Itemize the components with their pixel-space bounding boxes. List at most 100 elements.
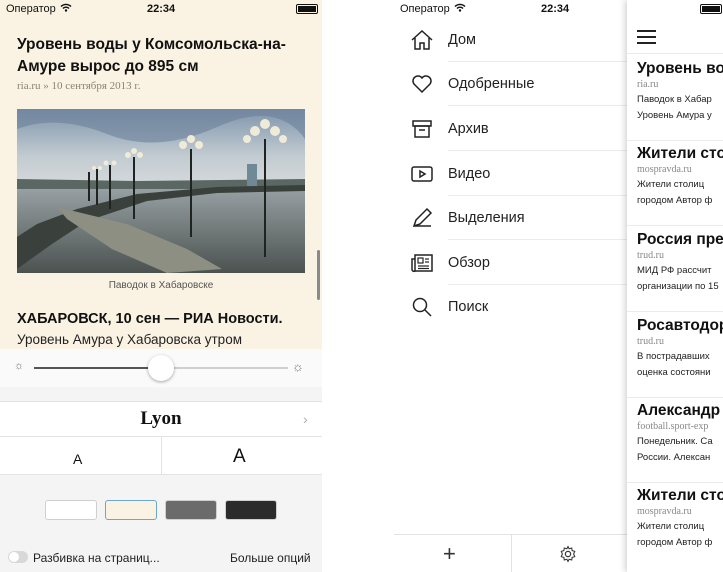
feed-item[interactable]: Жители сто mospravda.ru Жители столиц город… <box>637 487 723 549</box>
archive-icon <box>412 120 432 138</box>
feed-item-snippet: городом Автор ф <box>637 537 713 548</box>
feed-item-title: Россия пре <box>637 231 723 248</box>
home-icon <box>411 29 433 50</box>
clock: 22:34 <box>147 3 176 15</box>
menu-item-liked[interactable]: Одобренные <box>410 62 628 106</box>
feed-item-snippet: Уровень Амура у <box>637 110 712 121</box>
feed-item-title: Александр <box>637 402 721 419</box>
feed-separator <box>627 140 723 141</box>
carrier-label: Оператор <box>400 3 466 15</box>
feed-item[interactable]: Росавтодор trud.ru В пострадавших оценка со… <box>637 317 723 379</box>
feed-item-snippet: Понедельник. Са <box>637 436 713 447</box>
status-bar: Оператор 22:34 <box>0 0 322 18</box>
video-icon <box>411 166 433 182</box>
feed-item-source: mospravda.ru <box>637 164 692 175</box>
more-options-button[interactable]: Больше опций <box>230 551 311 565</box>
font-size-row: A A <box>0 437 322 475</box>
feed-item-source: football.sport-exp <box>637 421 709 432</box>
reading-settings-panel: ☼ ☼ Lyon › A A Разбивка на страниц... Бо… <box>0 349 322 572</box>
feed-item-snippet: оценка состояни <box>637 367 711 378</box>
feed-item-snippet: городом Автор ф <box>637 195 713 206</box>
add-button[interactable]: + <box>443 541 456 567</box>
reader-screen: Оператор 22:34 Уровень воды у Комсомольс… <box>0 0 322 572</box>
scroll-indicator[interactable] <box>317 250 320 300</box>
battery-icon <box>296 4 318 14</box>
menu-item-overview[interactable]: Обзор <box>410 241 628 285</box>
battery-icon <box>700 4 722 14</box>
menu-screen: Оператор 22:34 Дом Одобренные Архив Виде… <box>394 0 723 572</box>
theme-swatch-dark[interactable] <box>225 500 277 520</box>
feed-item-snippet: МИД РФ рассчит <box>637 265 712 276</box>
menu-item-home[interactable]: Дом <box>410 18 628 62</box>
feed-item[interactable]: Россия пре trud.ru МИД РФ рассчит организац… <box>637 231 723 293</box>
feed-item-source: ria.ru <box>637 79 659 90</box>
hamburger-menu-icon[interactable] <box>637 30 656 48</box>
clock: 22:34 <box>541 3 570 15</box>
article-body: Уровень Амура у Хабаровска утром <box>17 332 242 347</box>
menu-item-label: Архив <box>448 121 489 137</box>
brightness-high-icon: ☼ <box>292 359 304 374</box>
menu-bottom-bar: + <box>394 534 628 572</box>
feed-item-title: Росавтодор <box>637 317 723 334</box>
article-photo <box>17 109 305 273</box>
chevron-right-icon: › <box>303 411 308 427</box>
divider <box>161 437 162 475</box>
feed-item-snippet: Жители столиц <box>637 521 705 532</box>
feed-separator <box>627 397 723 398</box>
theme-swatch-sepia[interactable] <box>105 500 157 520</box>
feed-item[interactable]: Уровень во ria.ru Паводок в Хабар Уровень А… <box>637 60 723 122</box>
pagination-row: Разбивка на страниц... Больше опций <box>0 543 322 572</box>
brightness-row: ☼ ☼ <box>0 349 322 387</box>
feed-item-snippet: Жители столиц <box>637 179 705 190</box>
menu-item-label: Поиск <box>448 299 489 315</box>
theme-swatch-gray[interactable] <box>165 500 217 520</box>
settings-gear-icon[interactable] <box>559 545 577 563</box>
article-lead: ХАБАРОВСК, 10 сен — РИА Новости. <box>17 311 283 327</box>
feed-item-snippet: организации по 15 <box>637 281 719 292</box>
brightness-fill <box>34 367 161 369</box>
menu-item-label: Видео <box>448 166 491 182</box>
search-icon <box>412 297 432 317</box>
brightness-low-icon: ☼ <box>14 360 25 372</box>
feed-item-snippet: Паводок в Хабар <box>637 94 712 105</box>
wifi-icon <box>454 3 466 15</box>
feed-item-title: Жители сто <box>637 145 723 162</box>
feed-item-source: mospravda.ru <box>637 506 692 517</box>
heart-icon <box>412 75 432 94</box>
photo-caption: Паводок в Хабаровске <box>108 280 214 291</box>
menu-item-label: Обзор <box>448 255 490 271</box>
brightness-slider-knob[interactable] <box>148 355 174 381</box>
theme-swatch-white[interactable] <box>45 500 97 520</box>
feed-panel: Уровень во ria.ru Паводок в Хабар Уровень А… <box>627 0 723 572</box>
feed-item-snippet: В пострадавших <box>637 351 710 362</box>
increase-font-button[interactable]: A <box>233 446 246 468</box>
wifi-icon <box>60 3 72 15</box>
menu-item-label: Одобренные <box>448 76 535 92</box>
decrease-font-button[interactable]: A <box>73 451 82 467</box>
feed-item[interactable]: Александр football.sport-exp Понедельник. … <box>637 402 723 464</box>
font-selector[interactable]: Lyon › <box>0 401 322 437</box>
feed-item-source: trud.ru <box>637 250 664 261</box>
menu-item-video[interactable]: Видео <box>410 152 628 196</box>
feed-item-snippet: России. Алексан <box>637 452 711 463</box>
feed-separator <box>627 225 723 226</box>
carrier-label: Оператор <box>6 3 72 15</box>
feed-separator <box>627 311 723 312</box>
pen-icon <box>412 207 433 228</box>
menu-item-search[interactable]: Поиск <box>410 285 628 329</box>
pagination-label: Разбивка на страниц... <box>33 551 160 565</box>
menu-item-highlights[interactable]: Выделения <box>410 196 628 240</box>
article-title: Уровень воды у Комсомольска-на-Амуре выр… <box>17 36 286 75</box>
menu-item-archive[interactable]: Архив <box>410 107 628 151</box>
feed-separator <box>627 482 723 483</box>
newspaper-icon <box>411 254 433 273</box>
feed-item-title: Жители сто <box>637 487 723 504</box>
feed-item-source: trud.ru <box>637 336 664 347</box>
menu-item-label: Выделения <box>448 210 525 226</box>
feed-item[interactable]: Жители сто mospravda.ru Жители столиц город… <box>637 145 723 207</box>
menu-item-label: Дом <box>448 32 477 48</box>
font-name: Lyon <box>140 408 182 429</box>
article-meta: ria.ru » 10 сентября 2013 г. <box>17 80 141 92</box>
pagination-toggle[interactable] <box>8 551 28 563</box>
feed-item-title: Уровень во <box>637 60 723 77</box>
